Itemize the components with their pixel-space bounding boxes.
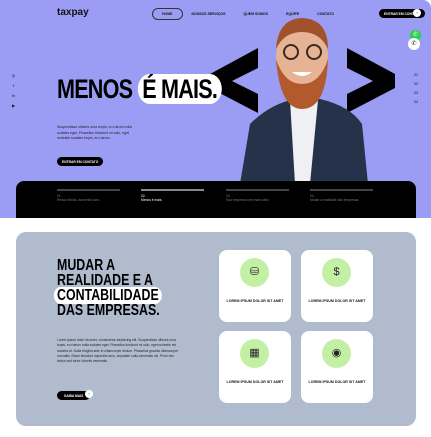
hero-description: Suspendisse ultrices urna turpis, eu rut… (57, 125, 132, 140)
step-1[interactable]: 01. Reduz tributo, aumenta lucro. (57, 189, 120, 203)
step-4[interactable]: 04. Mudar a realidade das empresas. (310, 189, 373, 203)
person-photo (240, 18, 368, 184)
linkedin-icon[interactable]: in (11, 93, 16, 98)
card-label: LOREM IPSUM DOLOR SIT AMET (308, 380, 366, 384)
hero-title: MENOS É MAIS. (57, 74, 222, 105)
instagram-icon[interactable]: ◎ (11, 73, 16, 78)
coins-icon: ⛁ (240, 258, 269, 287)
feature-card[interactable]: ▦ LOREM IPSUM DOLOR SIT AMET (219, 331, 291, 403)
invoice-icon: $ (322, 258, 351, 287)
step-2[interactable]: 02. Menos é mais. (141, 189, 204, 203)
youtube-icon[interactable]: ▶ (11, 103, 16, 108)
hero-title-a: MENOS (57, 74, 133, 104)
nav-services[interactable]: NOSSOS SERVIÇOS (183, 9, 235, 19)
section-title: MUDAR A REALIDADE E A CONTABILIDADE DAS … (53, 257, 162, 319)
card-label: LOREM IPSUM DOLOR SIT AMET (226, 299, 284, 303)
facebook-icon[interactable]: f (11, 83, 16, 88)
chart-icon: ◉ (322, 339, 351, 368)
card-label: LOREM IPSUM DOLOR SIT AMET (226, 380, 284, 384)
whatsapp-float-button[interactable]: ✆ (408, 38, 420, 50)
slide-indicator[interactable]: 02 (414, 82, 418, 86)
slide-indicator[interactable]: 01 (414, 73, 418, 77)
social-links: ◎ f in ▶ (11, 73, 16, 108)
hero-title-highlight: É MAIS. (137, 74, 222, 104)
feature-card[interactable]: ◉ LOREM IPSUM DOLOR SIT AMET (301, 331, 373, 403)
title-line: MUDAR A (57, 257, 116, 274)
logo[interactable]: taxpay (57, 7, 89, 18)
section-text: Lorem ipsum dolor sit amet, consectetur … (57, 338, 179, 364)
step-text: Sua empresa com mais valor. (226, 198, 270, 202)
title-line: DAS EMPRESAS. (57, 302, 160, 319)
steps-bar: 01. Reduz tributo, aumenta lucro. 02. Meno… (16, 181, 416, 218)
step-text: Menos é mais. (141, 198, 163, 202)
card-label: LOREM IPSUM DOLOR SIT AMET (308, 299, 366, 303)
step-3[interactable]: 03. Sua empresa com mais valor. (226, 189, 289, 203)
feature-card[interactable]: ⛁ LOREM IPSUM DOLOR SIT AMET (219, 250, 291, 322)
step-text: Mudar a realidade das empresas. (310, 198, 360, 202)
slide-indicator[interactable]: 03 (414, 91, 418, 95)
hero-arrow-icon[interactable]: › (95, 158, 96, 163)
calculator-icon: ▦ (240, 339, 269, 368)
slide-indicator[interactable]: 04 (414, 100, 418, 104)
contact-arrow-button[interactable]: › (413, 9, 421, 17)
learn-more-arrow-icon[interactable]: › (85, 390, 93, 398)
title-line: REALIDADE E A (57, 272, 153, 289)
slide-indicators: 01 02 03 04 (414, 73, 418, 104)
feature-card[interactable]: $ LOREM IPSUM DOLOR SIT AMET (301, 250, 373, 322)
nav-home[interactable]: HOME (152, 8, 183, 20)
step-text: Reduz tributo, aumenta lucro. (57, 198, 101, 202)
